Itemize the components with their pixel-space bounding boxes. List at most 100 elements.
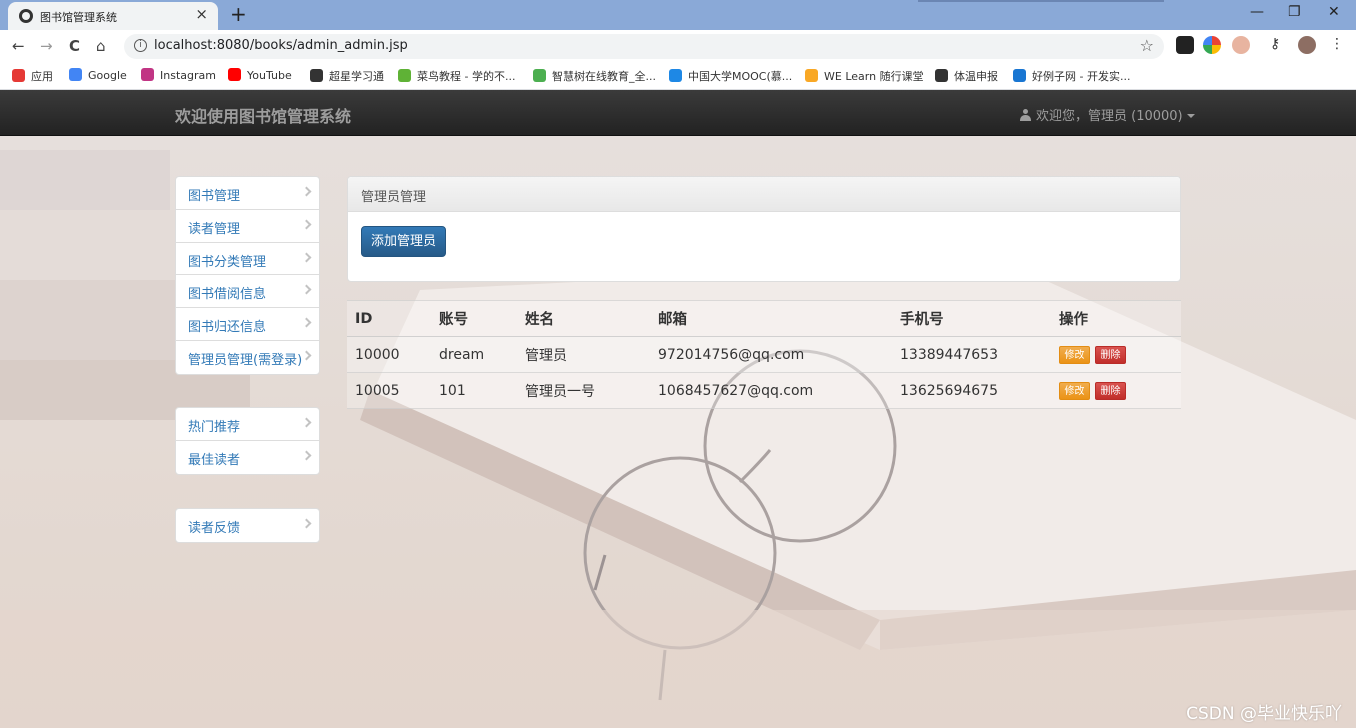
- cell-actions: 修改 删除: [1051, 372, 1181, 409]
- cell-name: 管理员一号: [517, 372, 650, 409]
- browser-tab-bar: 图书馆管理系统 × + — ❐ ✕: [0, 0, 1356, 30]
- reload-icon[interactable]: C: [69, 37, 80, 55]
- sidebar-item[interactable]: 读者反馈: [176, 509, 319, 542]
- bookmark-item[interactable]: 智慧树在线教育_全...: [533, 68, 656, 84]
- bookmark-item[interactable]: Google: [69, 68, 127, 82]
- bookmark-item[interactable]: YouTube: [228, 68, 292, 82]
- cell-id: 10005: [347, 372, 431, 409]
- bookmark-label: 超星学习通: [329, 70, 384, 83]
- bookmark-icon: [1013, 69, 1026, 82]
- chevron-right-icon: [301, 219, 312, 230]
- column-header-account: 账号: [431, 300, 517, 337]
- address-bar: ← → C ⌂ i localhost:8080/books/admin_adm…: [0, 30, 1356, 62]
- bookmark-icon: [69, 68, 82, 81]
- delete-button[interactable]: 删除: [1095, 345, 1126, 364]
- extension-icon[interactable]: [1232, 36, 1250, 54]
- bookmark-item[interactable]: 应用: [12, 68, 53, 84]
- minimize-button[interactable]: —: [1250, 4, 1264, 20]
- avatar[interactable]: [1298, 36, 1316, 54]
- info-icon[interactable]: i: [134, 39, 147, 52]
- chevron-right-icon: [301, 450, 312, 461]
- bookmark-label: YouTube: [247, 69, 292, 82]
- url-text[interactable]: localhost:8080/books/admin_admin.jsp: [154, 38, 408, 53]
- table-row: 10005 101 管理员一号 1068457627@qq.com 1362569467…: [347, 372, 1181, 409]
- forward-icon[interactable]: →: [40, 37, 53, 55]
- sidebar-item[interactable]: 最佳读者: [176, 441, 319, 474]
- maximize-button[interactable]: ❐: [1288, 4, 1301, 20]
- bookmark-label: 中国大学MOOC(慕...: [688, 70, 793, 83]
- user-icon: [1020, 109, 1031, 121]
- cell-name: 管理员: [517, 336, 650, 373]
- sidebar-item[interactable]: 读者管理: [176, 210, 319, 243]
- sidebar-item[interactable]: 热门推荐: [176, 408, 319, 441]
- bookmark-icon: [141, 68, 154, 81]
- bookmark-item[interactable]: Instagram: [141, 68, 216, 82]
- sidebar-item-label: 读者管理: [188, 221, 241, 237]
- new-tab-button[interactable]: +: [230, 2, 247, 26]
- cell-phone: 13389447653: [892, 336, 1051, 373]
- bookmark-label: WE Learn 随行课堂: [824, 70, 924, 83]
- bookmark-icon: [310, 69, 323, 82]
- sidebar-item-label: 管理员管理(需登录): [188, 352, 303, 368]
- column-header-id: ID: [347, 300, 431, 337]
- sidebar-item[interactable]: 图书归还信息: [176, 308, 319, 341]
- sidebar-item[interactable]: 图书管理: [176, 177, 319, 210]
- chevron-right-icon: [301, 284, 312, 295]
- brand-title[interactable]: 欢迎使用图书馆管理系统: [175, 103, 351, 127]
- bookmark-item[interactable]: 中国大学MOOC(慕...: [669, 68, 792, 84]
- cell-id: 10000: [347, 336, 431, 373]
- bookmark-item[interactable]: 体温申报: [935, 68, 998, 84]
- delete-button[interactable]: 删除: [1095, 381, 1126, 400]
- bookmark-icon: [228, 68, 241, 81]
- user-label: 欢迎您，管理员 (10000): [1036, 109, 1183, 124]
- bookmark-label: Google: [88, 69, 127, 82]
- close-window-button[interactable]: ✕: [1328, 4, 1340, 20]
- sidebar-item-label: 最佳读者: [188, 452, 241, 468]
- edit-button[interactable]: 修改: [1059, 381, 1090, 400]
- url-field[interactable]: i localhost:8080/books/admin_admin.jsp ☆: [124, 34, 1164, 59]
- column-header-phone: 手机号: [892, 300, 1051, 337]
- edit-button[interactable]: 修改: [1059, 345, 1090, 364]
- panel-heading: 管理员管理: [348, 177, 1180, 212]
- table-row: 10000 dream 管理员 972014756@qq.com 13389447653…: [347, 336, 1181, 373]
- browser-tab[interactable]: 图书馆管理系统 ×: [8, 2, 218, 30]
- home-icon[interactable]: ⌂: [96, 37, 106, 55]
- bookmark-item[interactable]: WE Learn 随行课堂: [805, 68, 924, 84]
- tab-close-button[interactable]: ×: [195, 5, 208, 23]
- chevron-right-icon: [301, 417, 312, 428]
- sidebar-item-label: 热门推荐: [188, 420, 241, 435]
- bookmark-star-icon[interactable]: ☆: [1140, 36, 1154, 55]
- bookmark-label: 菜鸟教程 - 学的不...: [417, 70, 516, 83]
- sidebar-item[interactable]: 图书借阅信息: [176, 275, 319, 309]
- bookmark-item[interactable]: 菜鸟教程 - 学的不...: [398, 68, 515, 84]
- sidebar-item-label: 图书归还信息: [188, 320, 267, 336]
- cell-email: 1068457627@qq.com: [650, 372, 892, 409]
- extension-icon[interactable]: [1203, 36, 1221, 54]
- sidebar-item-label: 图书管理: [188, 189, 241, 204]
- column-header-actions: 操作: [1051, 300, 1181, 337]
- chevron-right-icon: [301, 317, 312, 328]
- extension-icon[interactable]: [1176, 36, 1194, 54]
- more-menu-icon[interactable]: ⋮: [1330, 36, 1348, 54]
- key-icon[interactable]: ⚷: [1270, 36, 1288, 54]
- user-dropdown[interactable]: 欢迎您，管理员 (10000): [1020, 105, 1195, 124]
- globe-icon: [19, 9, 33, 23]
- column-header-name: 姓名: [517, 300, 650, 337]
- bookmark-label: 应用: [31, 70, 53, 83]
- add-admin-button[interactable]: 添加管理员: [361, 226, 446, 257]
- bookmark-item[interactable]: 好例子网 - 开发实...: [1013, 68, 1130, 84]
- cell-actions: 修改 删除: [1051, 336, 1181, 373]
- bookmark-item[interactable]: 超星学习通: [310, 68, 384, 84]
- bookmark-icon: [669, 69, 682, 82]
- bookmark-icon: [533, 69, 546, 82]
- bookmark-label: 好例子网 - 开发实...: [1032, 70, 1131, 83]
- sidebar-item[interactable]: 管理员管理(需登录): [176, 341, 319, 374]
- column-header-email: 邮箱: [650, 300, 892, 337]
- tab-title: 图书馆管理系统: [40, 11, 117, 24]
- cell-phone: 13625694675: [892, 372, 1051, 409]
- bookmark-icon: [398, 69, 411, 82]
- sidebar-item[interactable]: 图书分类管理: [176, 243, 319, 276]
- page: 欢迎使用图书馆管理系统 欢迎您，管理员 (10000) 图书管理读者管理图书分类…: [0, 90, 1356, 728]
- back-icon[interactable]: ←: [12, 37, 25, 55]
- bookmark-label: 体温申报: [954, 70, 998, 83]
